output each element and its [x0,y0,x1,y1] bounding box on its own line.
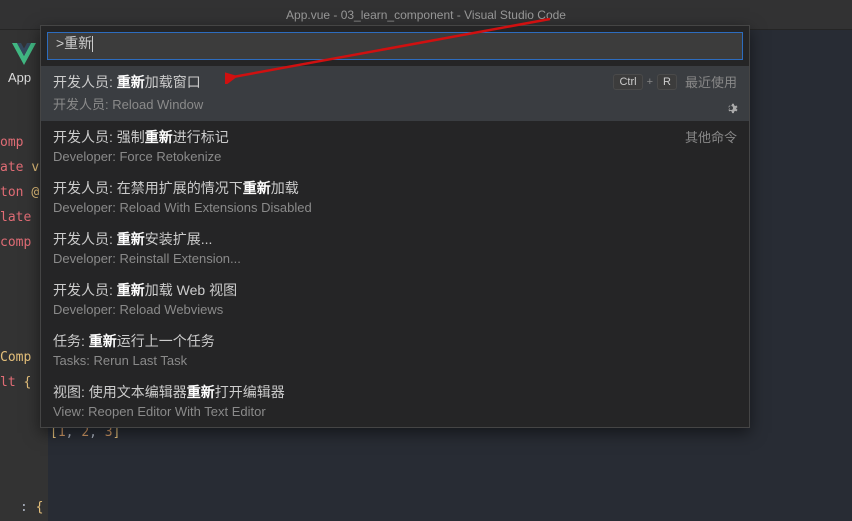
window-title: App.vue - 03_learn_component - Visual St… [286,8,566,22]
item-title: 开发人员: 重新加载 Web 视图 [53,280,737,300]
command-palette: >重新 开发人员: 重新加载窗口 开发人员: Reload Window Ctr… [40,25,750,428]
palette-item[interactable]: 开发人员: 在禁用扩展的情况下重新加载 Developer: Reload Wi… [41,172,749,223]
palette-item[interactable]: 开发人员: 重新加载 Web 视图 Developer: Reload Webv… [41,274,749,325]
command-palette-input[interactable]: >重新 [47,32,743,60]
palette-item[interactable]: 任务: 重新运行上一个任务 Tasks: Rerun Last Task [41,325,749,376]
item-subtitle: Developer: Reinstall Extension... [53,251,737,266]
item-title: 开发人员: 重新安装扩展... [53,229,737,249]
item-title: 开发人员: 在禁用扩展的情况下重新加载 [53,178,737,198]
group-label: 其他命令 [685,127,737,146]
palette-item[interactable]: 开发人员: 重新加载窗口 开发人员: Reload Window Ctrl + … [41,66,749,121]
item-subtitle: View: Reopen Editor With Text Editor [53,404,737,419]
palette-item[interactable]: 视图: 使用文本编辑器重新打开编辑器 View: Reopen Editor W… [41,376,749,427]
item-subtitle: Developer: Reload With Extensions Disabl… [53,200,737,215]
item-title: 开发人员: 强制重新进行标记 [53,127,737,147]
item-title: 任务: 重新运行上一个任务 [53,331,737,351]
gear-icon[interactable] [723,100,739,116]
tab-label[interactable]: App [8,70,31,85]
item-title: 视图: 使用文本编辑器重新打开编辑器 [53,382,737,402]
item-subtitle: 开发人员: Reload Window [53,94,737,113]
item-subtitle: Tasks: Rerun Last Task [53,353,737,368]
text-caret-icon [92,36,93,52]
group-label: 最近使用 [685,72,737,91]
item-subtitle: Developer: Reload Webviews [53,302,737,317]
palette-input-wrap: >重新 [41,26,749,66]
keybinding: Ctrl + R [613,74,677,90]
item-subtitle: Developer: Force Retokenize [53,149,737,164]
tab-bar: App [0,60,31,95]
palette-item[interactable]: 开发人员: 重新安装扩展... Developer: Reinstall Ext… [41,223,749,274]
palette-item[interactable]: 开发人员: 强制重新进行标记 Developer: Force Retokeni… [41,121,749,172]
command-palette-list: 开发人员: 重新加载窗口 开发人员: Reload Window Ctrl + … [41,66,749,427]
